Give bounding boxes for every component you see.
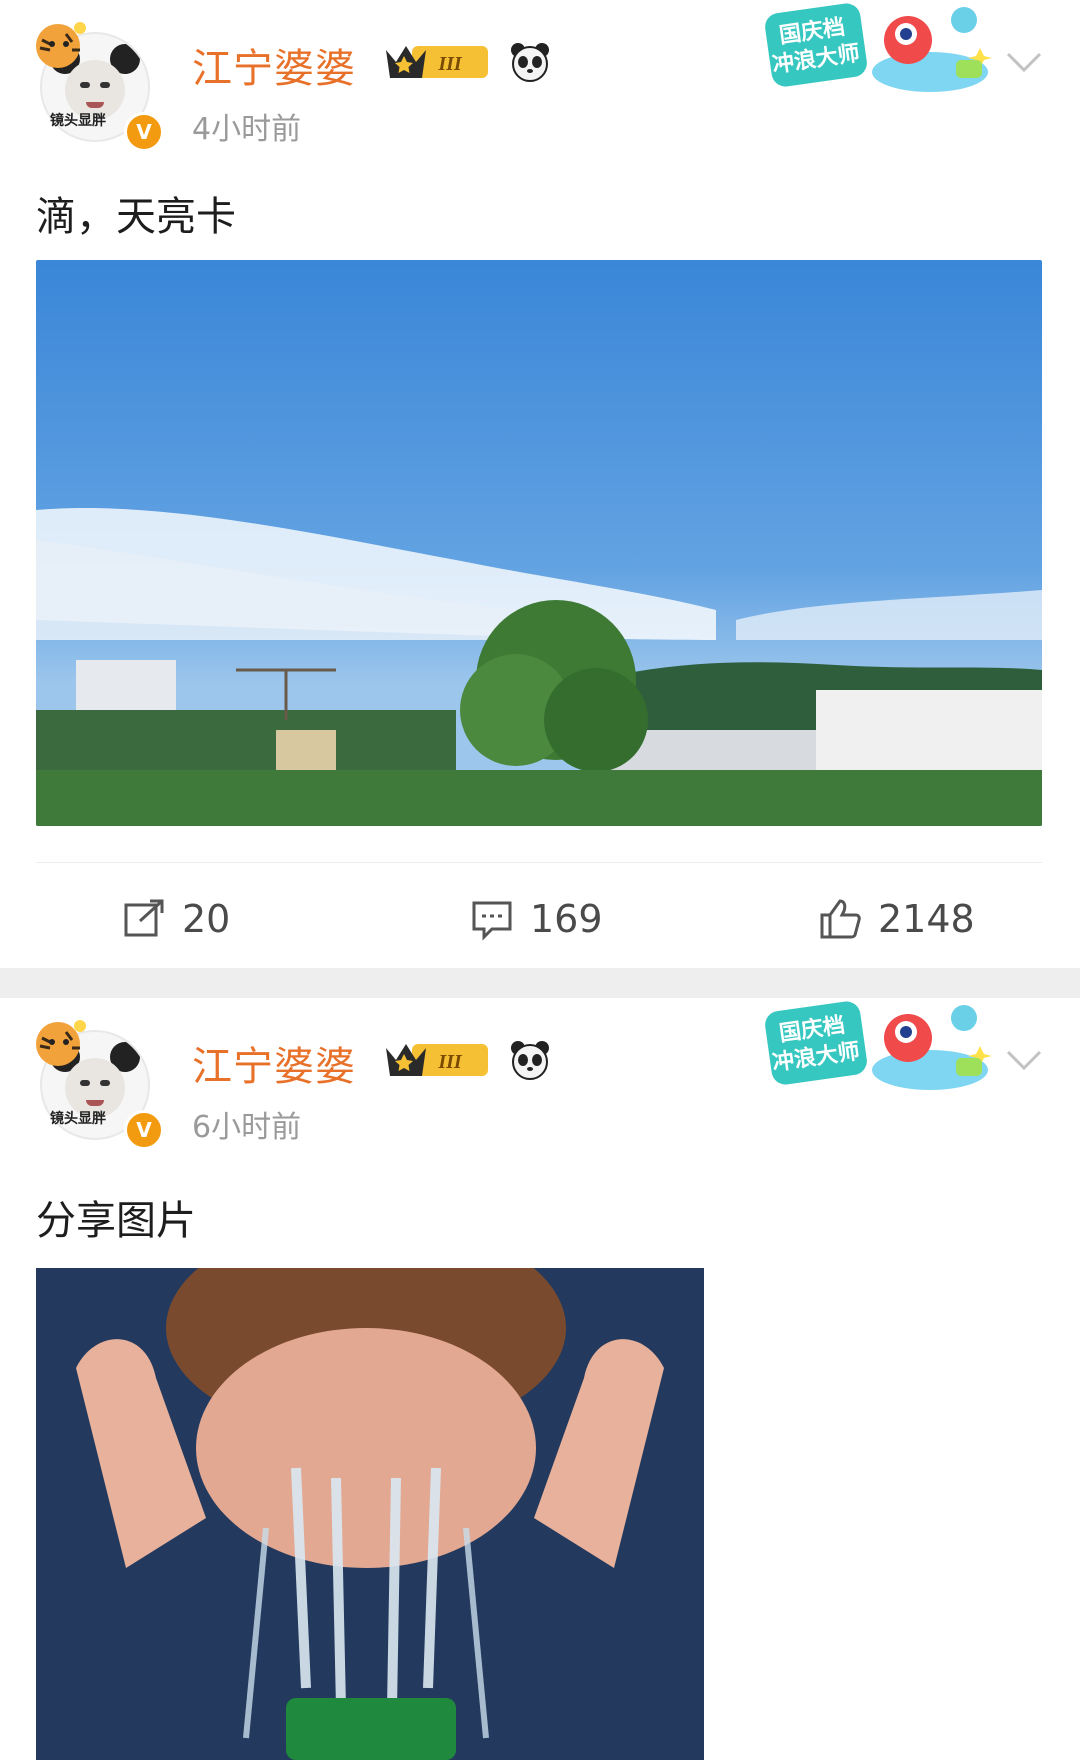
like-count: 2148 bbox=[878, 897, 975, 941]
comment-icon bbox=[472, 901, 512, 941]
verified-badge: V bbox=[124, 1110, 164, 1150]
share-count: 20 bbox=[182, 897, 231, 941]
like-icon bbox=[820, 899, 861, 939]
verified-badge: V bbox=[124, 112, 164, 152]
svg-text:III: III bbox=[437, 53, 463, 75]
panda-icon bbox=[511, 43, 549, 82]
author-avatar[interactable]: 镜头显胖 V bbox=[28, 1012, 164, 1150]
divider bbox=[36, 862, 1042, 863]
tiger-icon bbox=[36, 1020, 86, 1066]
feed-post: 镜头显胖 V 江宁婆婆 III 4小时前 国庆档 冲浪大师 滴，天亮卡 20 1… bbox=[0, 0, 1080, 968]
chevron-down-icon[interactable] bbox=[1004, 1048, 1044, 1072]
comment-count: 169 bbox=[530, 897, 603, 941]
like-button[interactable]: 2148 bbox=[818, 884, 975, 954]
crown-level-icon[interactable]: III bbox=[382, 40, 494, 84]
post-time: 6小时前 bbox=[192, 1110, 302, 1145]
post-text: 分享图片 bbox=[36, 1198, 196, 1244]
post-image[interactable] bbox=[36, 1268, 704, 1760]
comment-button[interactable]: 169 bbox=[470, 884, 603, 954]
avatar-caption: 镜头显胖 bbox=[50, 113, 106, 129]
holiday-badge[interactable]: 国庆档 冲浪大师 bbox=[760, 998, 996, 1106]
svg-text:III: III bbox=[437, 1051, 463, 1073]
holiday-badge[interactable]: 国庆档 冲浪大师 bbox=[760, 0, 996, 108]
panda-icon bbox=[511, 1041, 549, 1080]
feed-separator bbox=[0, 968, 1080, 998]
avatar-caption: 镜头显胖 bbox=[50, 1111, 106, 1127]
crown-level-icon[interactable]: III bbox=[382, 1038, 494, 1082]
chevron-down-icon[interactable] bbox=[1004, 50, 1044, 74]
post-actions: 20 169 2148 bbox=[0, 884, 1080, 954]
post-text: 滴，天亮卡 bbox=[36, 194, 236, 240]
author-name[interactable]: 江宁婆婆 bbox=[192, 36, 356, 94]
post-image[interactable] bbox=[36, 260, 1042, 826]
author-name[interactable]: 江宁婆婆 bbox=[192, 1034, 356, 1092]
feed-post: 镜头显胖 V 江宁婆婆 III 6小时前 国庆档 冲浪大师 分享图片 bbox=[0, 998, 1080, 1760]
tiger-icon bbox=[36, 22, 86, 68]
share-icon bbox=[124, 899, 164, 937]
post-time: 4小时前 bbox=[192, 112, 302, 147]
share-button[interactable]: 20 bbox=[122, 884, 230, 954]
author-avatar[interactable]: 镜头显胖 V bbox=[28, 14, 164, 152]
